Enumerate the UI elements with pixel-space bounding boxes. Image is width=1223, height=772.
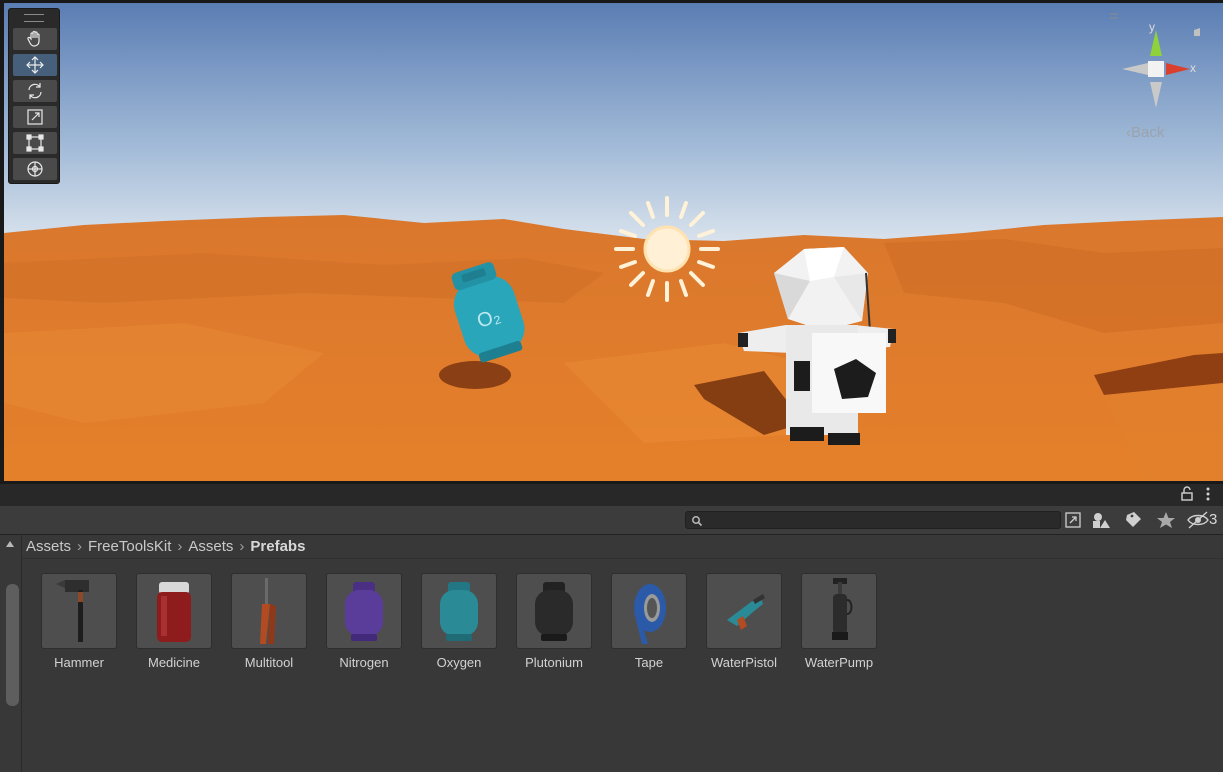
gas-tank-icon (535, 582, 573, 641)
asset-thumbnail (706, 573, 782, 649)
favorites-star-icon[interactable] (1154, 510, 1178, 530)
rect-icon (26, 134, 44, 152)
hand-icon (27, 30, 40, 47)
scale-icon (27, 109, 43, 125)
move-icon (26, 56, 44, 74)
asset-thumbnail (421, 573, 497, 649)
asset-label: Plutonium (525, 655, 583, 670)
breadcrumb-item-freetoolskit[interactable]: FreeToolsKit (88, 538, 171, 555)
project-panel-tabbar (0, 484, 1223, 506)
asset-item-plutonium[interactable]: Plutonium (516, 573, 596, 675)
scroll-up-arrow-icon[interactable] (5, 540, 15, 548)
asset-label: Nitrogen (339, 655, 389, 670)
asset-thumbnail (41, 573, 117, 649)
asset-thumbnail (611, 573, 687, 649)
asset-thumbnail (326, 573, 402, 649)
asset-label: WaterPistol (711, 655, 777, 670)
breadcrumb-item-assets[interactable]: Assets (26, 538, 71, 555)
rect-tool-button[interactable] (13, 132, 57, 154)
scene-viewport[interactable]: O₂ (4, 3, 1223, 481)
asset-label: Multitool (244, 655, 294, 670)
asset-item-hammer[interactable]: Hammer (41, 573, 121, 675)
breadcrumb-divider (22, 558, 1223, 559)
move-tool-button[interactable] (13, 54, 57, 76)
rotate-tool-button[interactable] (13, 80, 57, 102)
scrollbar-thumb[interactable] (6, 584, 19, 706)
asset-label: Medicine (147, 655, 201, 670)
asset-label: Hammer (54, 655, 104, 670)
gizmo-x-label: x (1190, 61, 1196, 75)
water-pump-icon (832, 578, 853, 640)
asset-item-tape[interactable]: Tape (611, 573, 691, 675)
asset-item-nitrogen[interactable]: Nitrogen (326, 573, 406, 675)
filter-by-type-icon[interactable] (1089, 510, 1113, 530)
asset-item-multitool[interactable]: Multitool (231, 573, 311, 675)
asset-item-waterpump[interactable]: WaterPump (801, 573, 881, 675)
asset-thumbnail (516, 573, 592, 649)
more-options-icon[interactable] (1202, 486, 1214, 502)
multitool-icon (260, 578, 276, 644)
transform-tool-button[interactable] (13, 158, 57, 180)
chevron-right-icon: › (177, 537, 183, 555)
breadcrumb-item-assets-sub[interactable]: Assets (188, 538, 233, 555)
asset-thumbnail (801, 573, 877, 649)
asset-label: Tape (634, 655, 664, 670)
scale-tool-button[interactable] (13, 106, 57, 128)
scene-view[interactable]: O₂ y x ‹Back (0, 0, 1223, 484)
gas-tank-icon (440, 582, 478, 641)
asset-thumbnail (231, 573, 307, 649)
search-scope-icon[interactable] (1062, 510, 1086, 530)
scene-render: O₂ (4, 3, 1223, 481)
tools-drag-handle[interactable] (24, 14, 44, 22)
search-icon (692, 516, 703, 527)
hand-tool-button[interactable] (13, 28, 57, 50)
asset-item-medicine[interactable]: Medicine (136, 573, 216, 675)
chevron-right-icon: › (239, 537, 245, 555)
asset-label: WaterPump (804, 655, 874, 670)
asset-label: Oxygen (436, 655, 482, 670)
search-input[interactable] (706, 512, 1056, 528)
breadcrumb: Assets › FreeToolsKit › Assets › Prefabs (26, 535, 305, 557)
transform-icon (27, 161, 43, 177)
asset-item-waterpistol[interactable]: WaterPistol (706, 573, 786, 675)
search-field[interactable] (685, 511, 1061, 529)
rotate-icon (28, 83, 42, 99)
scene-tools-overlay (8, 8, 60, 184)
hidden-packages-count: 3 (1209, 511, 1218, 528)
water-pistol-icon (727, 594, 765, 630)
gas-tank-icon (345, 582, 383, 641)
medicine-bottle-icon (157, 582, 191, 642)
hammer-icon (56, 580, 89, 642)
asset-thumbnail (136, 573, 212, 649)
chevron-right-icon: › (77, 537, 83, 555)
filter-by-label-icon[interactable] (1121, 510, 1145, 530)
gizmo-y-label: y (1149, 20, 1155, 34)
tape-icon (634, 584, 666, 644)
lock-icon[interactable] (1180, 486, 1194, 502)
gizmo-back-text: Back (1131, 124, 1165, 141)
breadcrumb-item-prefabs[interactable]: Prefabs (250, 538, 305, 555)
hidden-packages-icon[interactable] (1186, 510, 1210, 530)
asset-item-oxygen[interactable]: Oxygen (421, 573, 501, 675)
gizmo-view-label[interactable]: ‹Back (1126, 124, 1164, 141)
